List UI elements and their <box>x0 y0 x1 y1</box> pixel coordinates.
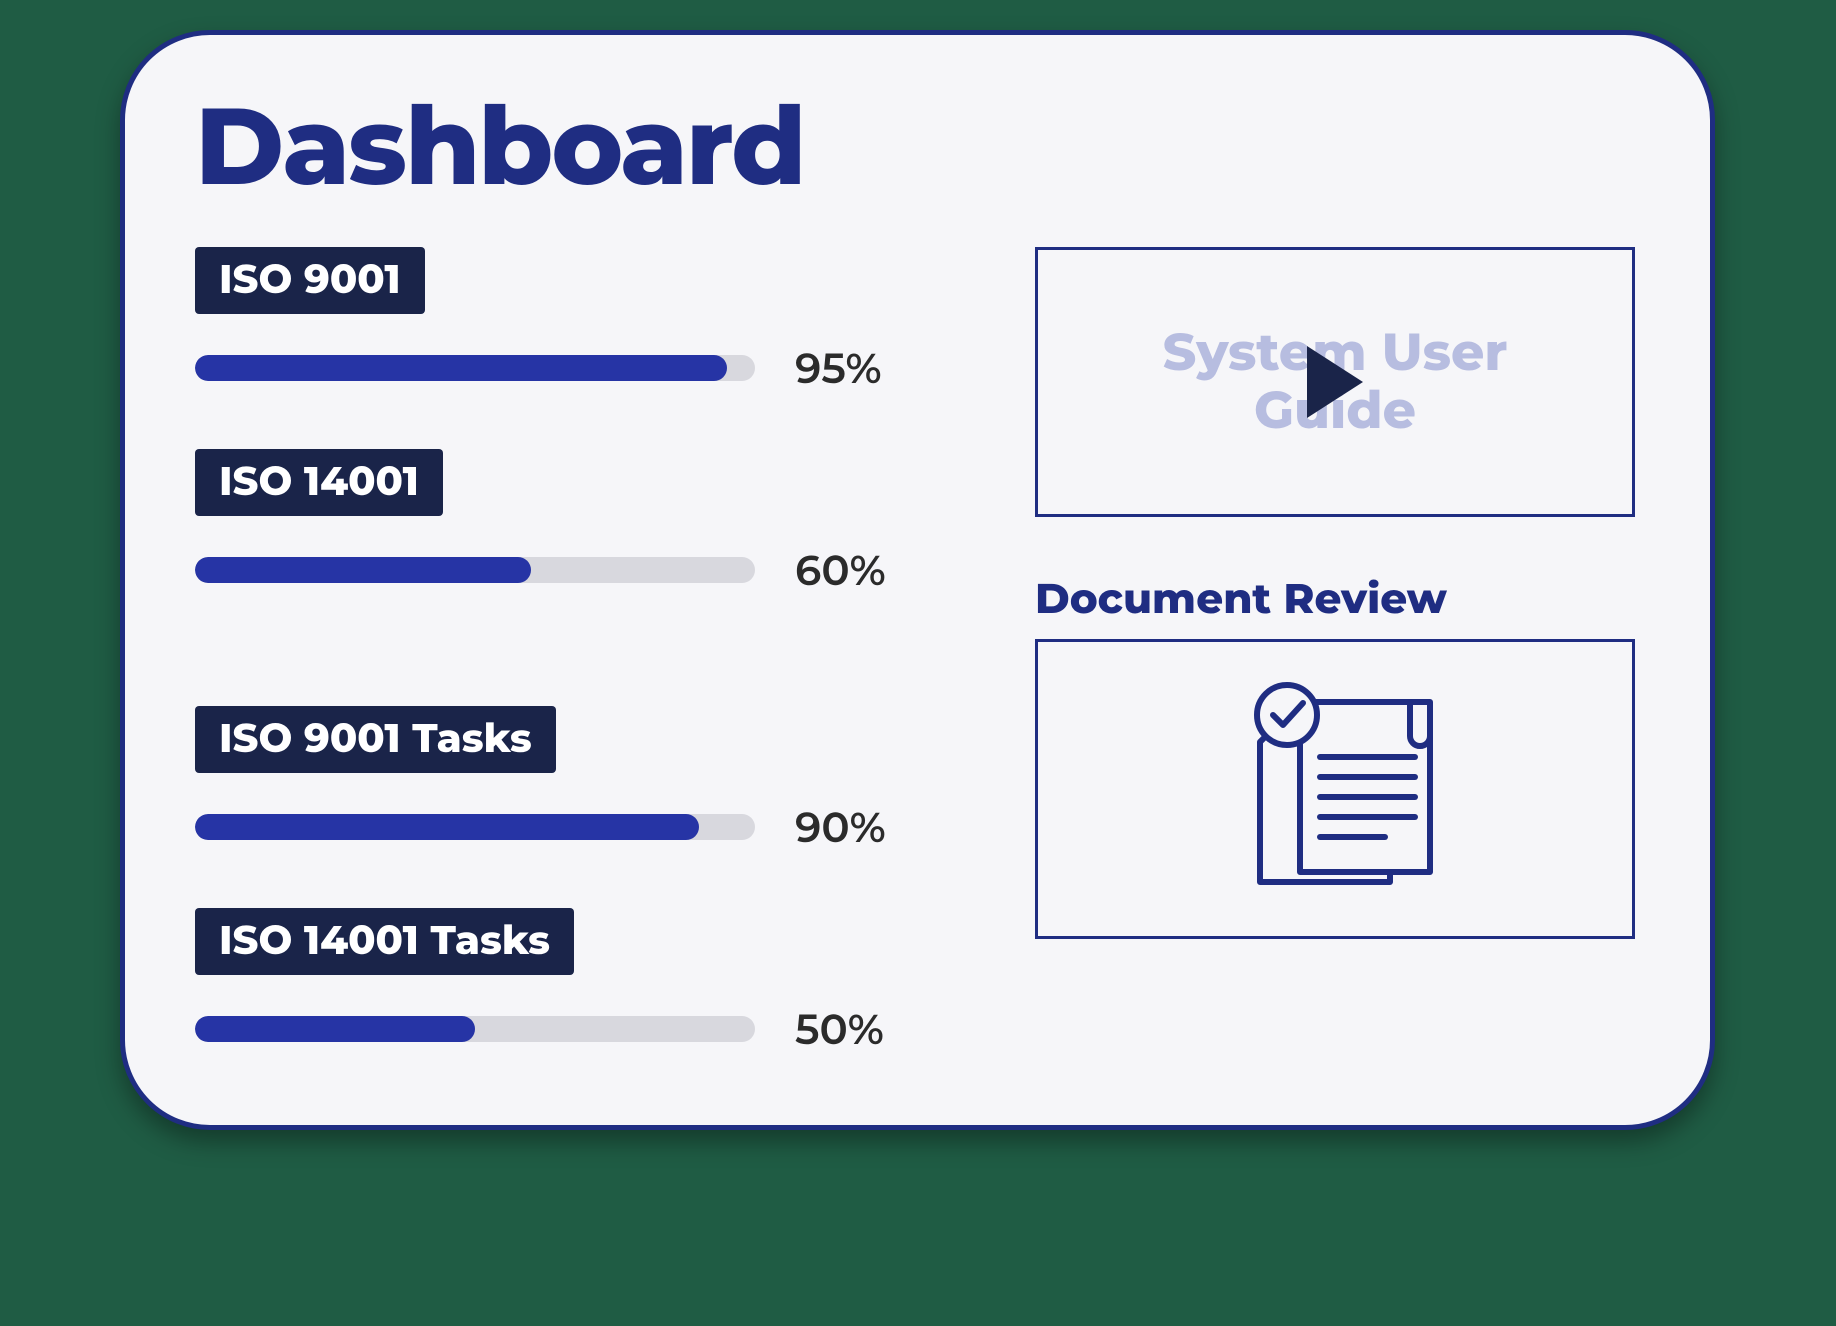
progress-fill <box>195 1016 475 1042</box>
progress-item: ISO 14001 60% <box>195 449 955 651</box>
progress-tag-iso-9001: ISO 9001 <box>195 247 425 314</box>
document-check-icon <box>1225 667 1445 912</box>
progress-item: ISO 9001 Tasks 90% <box>195 706 955 853</box>
progress-item: ISO 14001 Tasks 50% <box>195 908 955 1055</box>
progress-percent: 60% <box>795 544 886 596</box>
progress-track <box>195 557 755 583</box>
cards-column: System User Guide Document Review <box>1035 247 1640 1055</box>
dashboard-panel: Dashboard ISO 9001 95% ISO 14001 6 <box>120 30 1715 1130</box>
page-title: Dashboard <box>195 80 1640 212</box>
progress-tag-iso-14001-tasks: ISO 14001 Tasks <box>195 908 574 975</box>
play-icon <box>1307 346 1363 418</box>
progress-fill <box>195 557 531 583</box>
progress-tag-iso-9001-tasks: ISO 9001 Tasks <box>195 706 556 773</box>
document-review-label: Document Review <box>1035 572 1640 624</box>
progress-fill <box>195 814 699 840</box>
progress-percent: 50% <box>795 1003 884 1055</box>
progress-track <box>195 355 755 381</box>
progress-track <box>195 814 755 840</box>
progress-item: ISO 9001 95% <box>195 247 955 394</box>
progress-track <box>195 1016 755 1042</box>
progress-column: ISO 9001 95% ISO 14001 60% <box>195 247 955 1055</box>
document-review-card[interactable] <box>1035 639 1635 939</box>
progress-percent: 90% <box>795 801 886 853</box>
progress-fill <box>195 355 727 381</box>
video-card-user-guide[interactable]: System User Guide <box>1035 247 1635 517</box>
progress-tag-iso-14001: ISO 14001 <box>195 449 443 516</box>
progress-percent: 95% <box>795 342 882 394</box>
